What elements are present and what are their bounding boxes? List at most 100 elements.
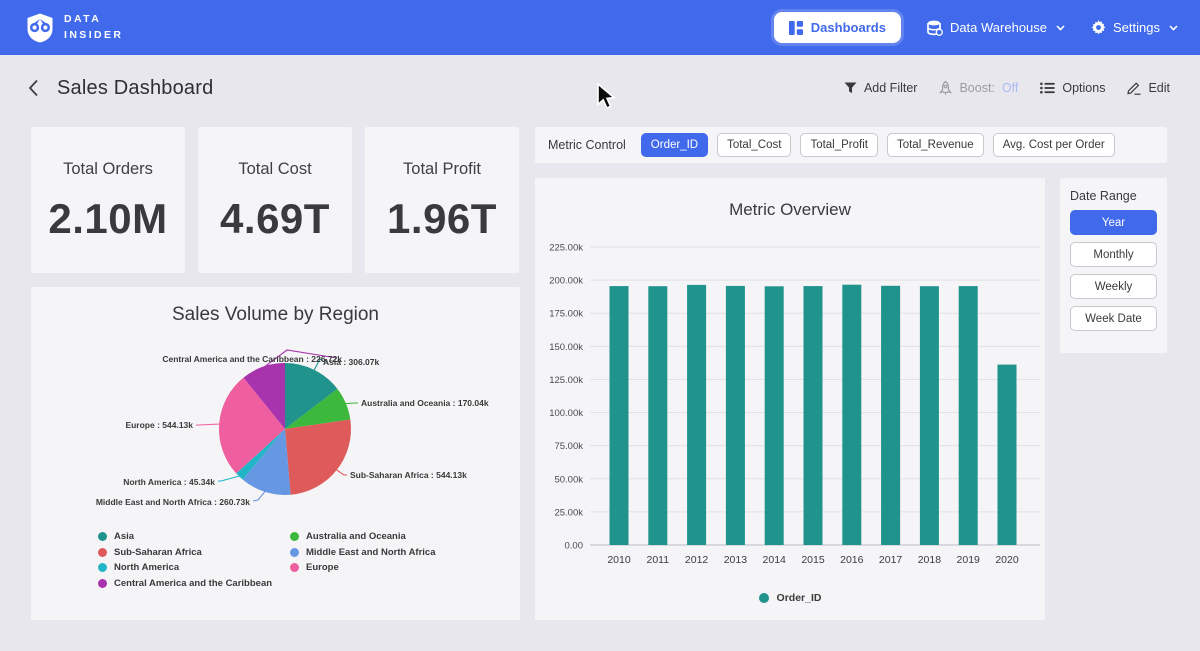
brand-name: DATA INSIDER xyxy=(64,12,123,42)
bar-legend-label: Order_ID xyxy=(777,592,822,604)
metric-option-total-cost[interactable]: Total_Cost xyxy=(717,133,791,157)
bar-2015 xyxy=(804,286,823,545)
boost-toggle[interactable]: Boost: Off xyxy=(939,81,1018,95)
legend-item: Asia xyxy=(98,529,272,545)
legend-item: North America xyxy=(98,560,272,576)
bar-chart-title: Metric Overview xyxy=(535,178,1045,220)
pie-legend-column: Asia Sub-Saharan Africa North America Centr… xyxy=(98,529,272,591)
legend-dot-icon xyxy=(98,563,107,572)
sales-dashboard-page: DATA INSIDER Dashboards D xyxy=(0,0,1200,651)
pie-slice-label: Sub-Saharan Africa : 544.13k xyxy=(350,470,467,480)
kpi-value: 4.69T xyxy=(220,195,330,243)
legend-item-label: Australia and Oceania xyxy=(306,531,406,542)
y-axis-tick-label: 225.00k xyxy=(549,243,583,254)
y-axis-tick-label: 200.00k xyxy=(549,276,583,287)
metric-option-total-profit[interactable]: Total_Profit xyxy=(800,133,878,157)
pie-slice-label: North America : 45.34k xyxy=(123,477,215,487)
bar-2017 xyxy=(881,286,900,545)
metric-option-total-revenue[interactable]: Total_Revenue xyxy=(887,133,984,157)
pie-leader-line xyxy=(196,424,220,425)
legend-dot-icon xyxy=(290,532,299,541)
pie-slice-label: Europe : 544.13k xyxy=(125,420,193,430)
x-axis-label: 2017 xyxy=(879,554,903,566)
data-warehouse-menu[interactable]: Data Warehouse xyxy=(927,20,1065,36)
bar-2014 xyxy=(765,286,784,545)
bar-chart-legend: Order_ID xyxy=(535,592,1045,604)
bar-2011 xyxy=(648,286,667,545)
edit-button[interactable]: Edit xyxy=(1127,81,1170,95)
top-navbar: DATA INSIDER Dashboards D xyxy=(0,0,1200,55)
kpi-card-total-orders: Total Orders 2.10M xyxy=(31,127,185,273)
options-button[interactable]: Options xyxy=(1040,81,1105,95)
date-range-option-week-date[interactable]: Week Date xyxy=(1070,306,1157,331)
legend-dot-icon xyxy=(290,548,299,557)
y-axis-tick-label: 50.00k xyxy=(554,474,583,485)
page-title: Sales Dashboard xyxy=(57,77,213,100)
pie-slice-2 xyxy=(285,420,351,495)
metric-control-label: Metric Control xyxy=(548,138,626,152)
add-filter-button[interactable]: Add Filter xyxy=(844,81,918,95)
legend-item: Central America and the Caribbean xyxy=(98,576,272,592)
pie-leader-line xyxy=(336,469,347,475)
database-icon xyxy=(927,20,943,36)
x-axis-label: 2018 xyxy=(918,554,942,566)
kpi-card-total-cost: Total Cost 4.69T xyxy=(198,127,352,273)
date-range-option-monthly[interactable]: Monthly xyxy=(1070,242,1157,267)
bar-2012 xyxy=(687,285,706,545)
metric-option-avg-cost-per-order[interactable]: Avg. Cost per Order xyxy=(993,133,1115,157)
kpi-label: Total Orders xyxy=(63,160,153,179)
pie-slice-label: Central America and the Caribbean : 226.… xyxy=(162,354,342,364)
edit-label: Edit xyxy=(1148,81,1170,95)
legend-item-label: North America xyxy=(114,562,179,573)
kpi-value: 2.10M xyxy=(48,195,167,243)
dashboards-grid-icon xyxy=(789,21,803,35)
kpi-value: 1.96T xyxy=(387,195,497,243)
add-filter-label: Add Filter xyxy=(864,81,918,95)
legend-dot-icon xyxy=(98,579,107,588)
pie-leader-line xyxy=(253,491,265,501)
dashboards-label: Dashboards xyxy=(811,20,886,35)
metric-control-bar: Metric Control Order_ID Total_Cost Total_P… xyxy=(535,127,1167,163)
x-axis-label: 2012 xyxy=(685,554,709,566)
back-button[interactable] xyxy=(24,75,43,101)
date-range-card: Date Range YearMonthlyWeeklyWeek Date xyxy=(1060,178,1167,353)
legend-dot-icon xyxy=(98,532,107,541)
x-axis-label: 2015 xyxy=(801,554,825,566)
filter-funnel-icon xyxy=(844,82,857,94)
boost-state: Off xyxy=(1002,81,1018,95)
legend-dot-icon xyxy=(290,563,299,572)
x-axis-label: 2016 xyxy=(840,554,864,566)
y-axis-tick-label: 0.00 xyxy=(565,541,584,552)
settings-menu[interactable]: Settings xyxy=(1091,20,1178,35)
legend-item-label: Middle East and North Africa xyxy=(306,547,436,558)
y-axis-tick-label: 100.00k xyxy=(549,408,583,419)
pie-chart-card: Sales Volume by Region Asia : 306.07kAus… xyxy=(31,287,520,620)
y-axis-tick-label: 25.00k xyxy=(554,507,583,518)
back-chevron-icon xyxy=(28,79,39,97)
options-label: Options xyxy=(1062,81,1105,95)
y-axis-tick-label: 150.00k xyxy=(549,342,583,353)
date-range-option-year[interactable]: Year xyxy=(1070,210,1157,235)
legend-item: Australia and Oceania xyxy=(290,529,436,545)
metric-option-order-id[interactable]: Order_ID xyxy=(641,133,708,157)
pie-leader-line xyxy=(345,403,358,404)
date-range-options: Year Monthly Weekly Week Date xyxy=(1070,210,1157,331)
legend-item-label: Asia xyxy=(114,531,134,542)
date-range-option-weekly[interactable]: Weekly xyxy=(1070,274,1157,299)
bar-2013 xyxy=(726,286,745,545)
legend-item-label: Sub-Saharan Africa xyxy=(114,547,202,558)
y-axis-tick-label: 75.00k xyxy=(554,441,583,452)
pie-chart-title: Sales Volume by Region xyxy=(31,287,520,326)
pie-slice-label: Australia and Oceania : 170.04k xyxy=(361,398,489,408)
bar-2020 xyxy=(998,365,1017,545)
x-axis-label: 2019 xyxy=(957,554,981,566)
data-warehouse-label: Data Warehouse xyxy=(950,20,1047,35)
owl-logo-icon xyxy=(26,13,54,43)
metric-control-options: Order_ID Total_Cost Total_Profit Total_Reve… xyxy=(641,133,1115,157)
legend-dot-icon xyxy=(759,593,769,603)
legend-dot-icon xyxy=(98,548,107,557)
legend-item: Middle East and North Africa xyxy=(290,545,436,561)
kpi-label: Total Cost xyxy=(238,160,311,179)
rocket-icon xyxy=(939,81,952,95)
dashboards-button[interactable]: Dashboards xyxy=(774,12,901,43)
